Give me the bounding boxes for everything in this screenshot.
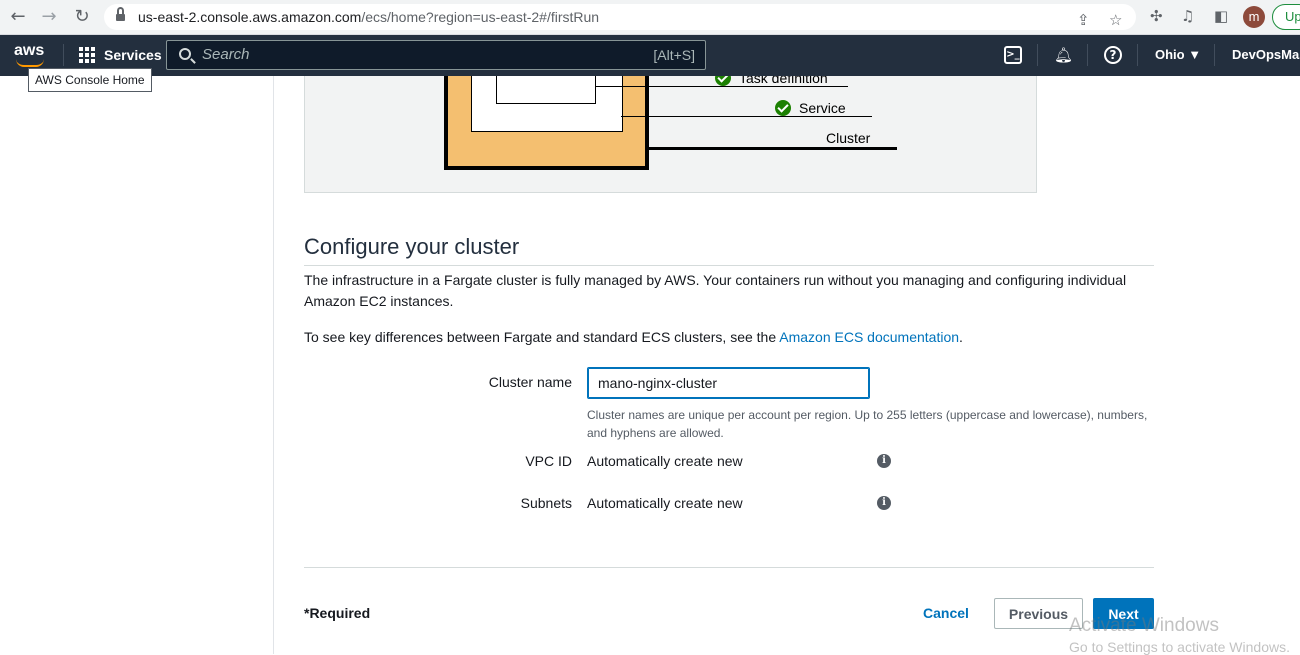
region-selector[interactable]: Ohio ▼ — [1155, 47, 1201, 62]
check-icon — [775, 100, 791, 116]
docs-prefix: To see key differences between Fargate a… — [304, 329, 780, 345]
nav-divider — [1214, 44, 1215, 66]
activate-windows-subtext: Go to Settings to activate Windows. — [1069, 639, 1290, 655]
diagram-cluster-box — [444, 76, 649, 170]
url-host: us-east-2.console.aws.amazon.com — [138, 9, 362, 25]
update-button[interactable]: Up — [1272, 4, 1300, 30]
nav-divider — [1087, 44, 1088, 66]
docs-text: To see key differences between Fargate a… — [304, 327, 1154, 348]
footer-divider — [304, 567, 1154, 568]
services-grid-icon — [79, 46, 96, 64]
page-title: Configure your cluster — [304, 234, 520, 259]
nav-divider — [1137, 44, 1138, 66]
share-icon[interactable]: ⇪ — [1077, 11, 1090, 29]
account-menu[interactable]: DevOpsMast — [1232, 47, 1300, 62]
search-shortcut: [Alt+S] — [653, 47, 695, 63]
cloudshell-icon[interactable]: >_ — [1004, 46, 1022, 64]
ecs-docs-link[interactable]: Amazon ECS documentation — [779, 329, 959, 345]
browser-toolbar: ← → ↻ us-east-2.console.aws.amazon.com/e… — [0, 0, 1300, 35]
vpc-id-value: Automatically create new — [587, 453, 743, 469]
check-icon — [715, 76, 731, 86]
help-icon[interactable]: ? — [1104, 46, 1122, 64]
address-bar[interactable]: us-east-2.console.aws.amazon.com/ecs/hom… — [104, 4, 1136, 30]
url-path: /ecs/home?region=us-east-2#/firstRun — [361, 9, 600, 25]
required-note: *Required — [304, 605, 371, 621]
subnets-info-icon[interactable]: i — [877, 496, 891, 510]
nav-divider — [63, 44, 64, 66]
aws-smile-icon — [16, 59, 44, 67]
forward-icon[interactable]: → — [37, 6, 61, 28]
diagram-task-label: Task definition — [715, 76, 828, 86]
vpc-id-label: VPC ID — [525, 453, 572, 469]
services-label: Services — [104, 47, 162, 63]
extensions-icon[interactable]: ✣ — [1150, 7, 1163, 25]
nav-divider — [1037, 44, 1038, 66]
activate-windows-watermark: Activate Windows — [1069, 615, 1219, 636]
cancel-button[interactable]: Cancel — [912, 598, 980, 628]
side-panel-icon[interactable]: ◧ — [1214, 7, 1228, 25]
docs-suffix: . — [959, 329, 963, 345]
cluster-name-hint: Cluster names are unique per account per… — [587, 408, 1148, 440]
search-box[interactable]: [Alt+S] — [166, 40, 706, 70]
notifications-bell-icon[interactable]: 🔔︎ — [1054, 46, 1073, 64]
media-icon[interactable]: ♫ — [1181, 7, 1194, 25]
cluster-name-input[interactable] — [587, 367, 870, 399]
description-text: The infrastructure in a Fargate cluster … — [304, 272, 1127, 309]
aws-top-nav: aws Services [Alt+S] >_ 🔔︎ ? Ohio ▼ DevO… — [0, 35, 1300, 76]
diagram-cluster-label: Cluster — [826, 130, 871, 146]
sidebar-divider — [273, 76, 274, 654]
services-menu-button[interactable]: Services — [79, 44, 162, 66]
title-divider — [304, 265, 1154, 266]
subnets-value: Automatically create new — [587, 495, 743, 511]
aws-logo-text: aws — [14, 42, 45, 59]
url-text: us-east-2.console.aws.amazon.com/ecs/hom… — [138, 9, 599, 25]
reload-icon[interactable]: ↻ — [70, 6, 94, 28]
aws-logo[interactable]: aws — [14, 42, 48, 68]
bookmark-star-icon[interactable]: ☆ — [1109, 11, 1122, 29]
back-icon[interactable]: ← — [6, 6, 30, 28]
subnets-label: Subnets — [520, 495, 572, 511]
lock-icon[interactable] — [116, 7, 125, 22]
diagram-service-box — [471, 76, 623, 132]
diagram-task-box — [496, 76, 596, 104]
diagram-service-label: Service — [775, 100, 846, 116]
search-icon — [179, 48, 191, 60]
diagram-cluster-line — [648, 147, 897, 150]
cluster-name-label: Cluster name — [488, 374, 572, 390]
vpc-info-icon[interactable]: i — [877, 454, 891, 468]
diagram-service-line — [621, 116, 872, 117]
search-input[interactable] — [202, 46, 602, 63]
fargate-diagram: Task definition Service Cluster — [304, 76, 1037, 193]
profile-avatar[interactable]: m — [1243, 6, 1265, 28]
diagram-task-line — [596, 86, 848, 87]
console-home-tooltip: AWS Console Home — [28, 68, 152, 92]
